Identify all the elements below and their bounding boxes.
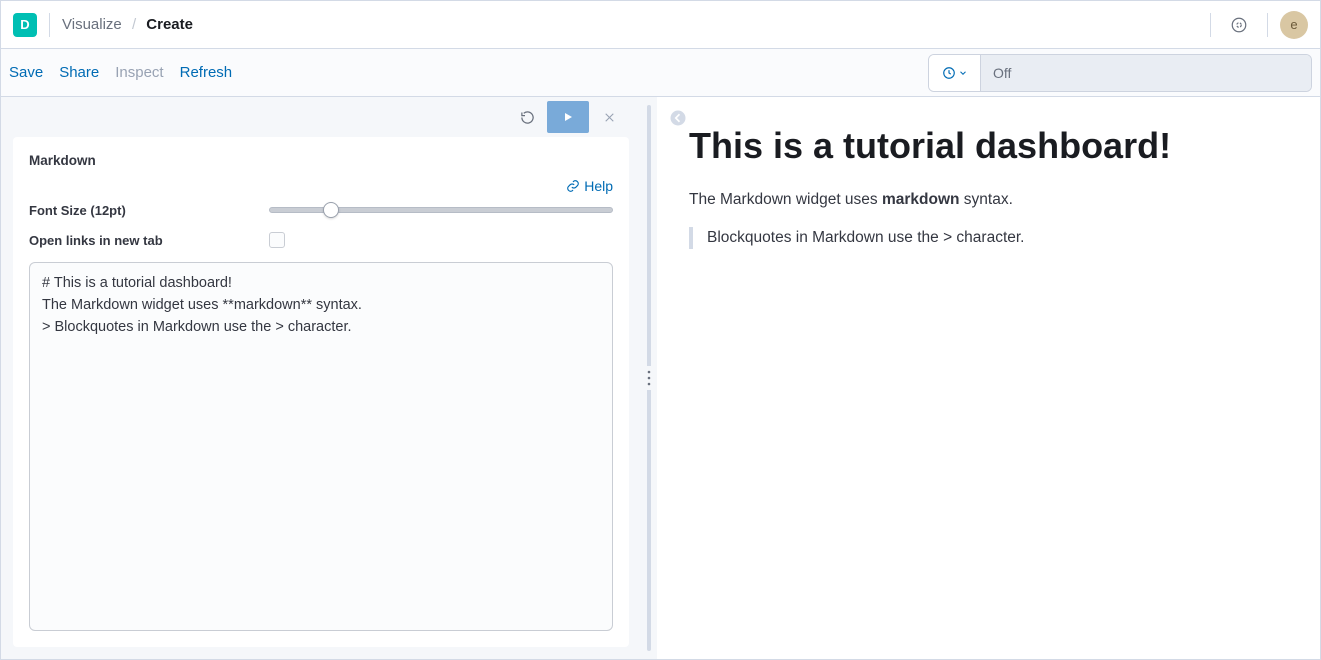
font-size-label: Font Size (12pt) (29, 203, 269, 218)
breadcrumb-separator: / (132, 16, 136, 33)
open-links-checkbox[interactable] (269, 232, 285, 248)
main-split: Markdown Help Font Size (12pt) (1, 97, 1320, 659)
app-header: D Visualize / Create e (1, 1, 1320, 49)
help-link-label: Help (584, 178, 613, 194)
help-link[interactable]: Help (566, 178, 613, 194)
resizer-handle-icon (647, 366, 651, 390)
newsfeed-icon[interactable] (1223, 9, 1255, 41)
reset-button[interactable] (507, 101, 547, 133)
collapse-sidebar-button[interactable] (669, 109, 689, 129)
time-quick-select[interactable] (929, 55, 981, 91)
app-logo[interactable]: D (13, 13, 37, 37)
preview-text: The Markdown widget uses (689, 191, 882, 208)
discard-button[interactable] (589, 101, 629, 133)
apply-button[interactable] (547, 101, 589, 133)
editor-column: Markdown Help Font Size (12pt) (1, 97, 641, 659)
font-size-slider[interactable] (269, 202, 613, 218)
preview-text: syntax. (960, 191, 1013, 208)
divider (1267, 13, 1268, 37)
user-avatar[interactable]: e (1280, 11, 1308, 39)
divider (1210, 13, 1211, 37)
markdown-editor-panel: Markdown Help Font Size (12pt) (13, 137, 629, 647)
refresh-button[interactable]: Refresh (180, 64, 233, 81)
chevron-down-icon (958, 68, 968, 78)
editor-toolbar (13, 97, 629, 137)
slider-track (269, 207, 613, 213)
breadcrumb-current: Create (146, 16, 193, 33)
save-button[interactable]: Save (9, 64, 43, 81)
close-icon (603, 111, 616, 124)
divider (49, 13, 50, 37)
open-links-label: Open links in new tab (29, 233, 269, 248)
time-picker[interactable]: Off (928, 54, 1312, 92)
preview-bold: markdown (882, 191, 960, 208)
time-range-label[interactable]: Off (981, 55, 1311, 91)
link-icon (566, 179, 580, 193)
split-resizer[interactable] (641, 97, 657, 659)
panel-title: Markdown (29, 153, 613, 168)
chevron-left-circle-icon (669, 109, 687, 127)
inspect-button: Inspect (115, 64, 163, 81)
markdown-input[interactable] (29, 262, 613, 631)
preview-heading: This is a tutorial dashboard! (689, 125, 1288, 167)
breadcrumb-parent[interactable]: Visualize (62, 16, 122, 33)
preview-column: This is a tutorial dashboard! The Markdo… (657, 97, 1320, 659)
breadcrumb: Visualize / Create (62, 16, 193, 33)
refresh-icon (520, 110, 535, 125)
action-bar: Save Share Inspect Refresh Off (1, 49, 1320, 97)
clock-icon (942, 66, 956, 80)
play-icon (562, 111, 574, 123)
slider-thumb[interactable] (323, 202, 339, 218)
markdown-preview: This is a tutorial dashboard! The Markdo… (657, 97, 1320, 277)
preview-blockquote: Blockquotes in Markdown use the > charac… (689, 227, 1288, 249)
preview-paragraph: The Markdown widget uses markdown syntax… (689, 191, 1288, 209)
share-button[interactable]: Share (59, 64, 99, 81)
